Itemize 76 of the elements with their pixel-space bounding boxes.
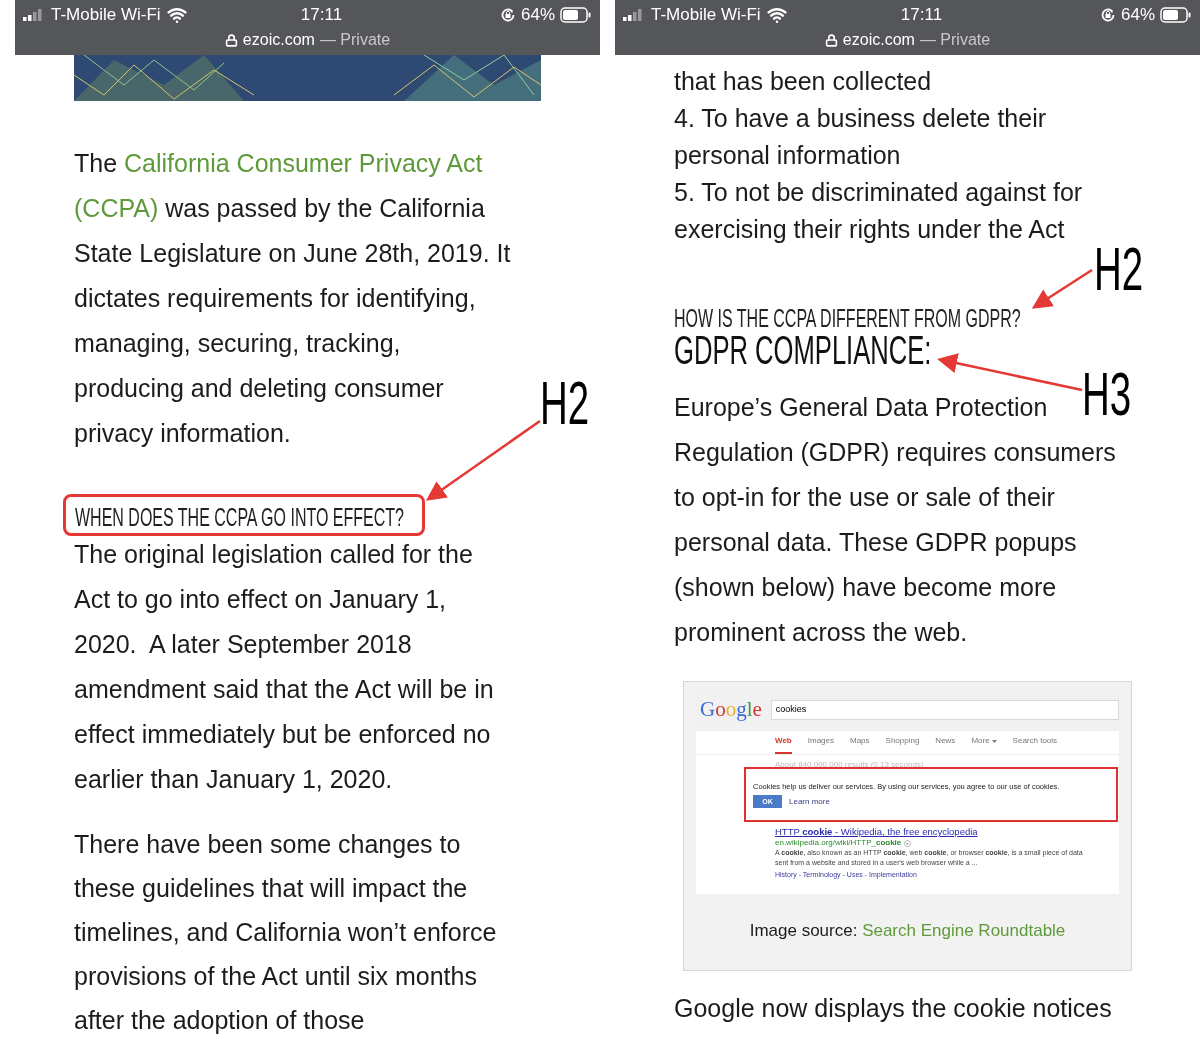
- carrier-name: T-Mobile Wi-Fi: [51, 4, 161, 27]
- search-tab[interactable]: Shopping: [885, 735, 920, 754]
- signal-icon: [23, 9, 45, 21]
- article-link[interactable]: (CCPA): [74, 194, 159, 222]
- text-line: prominent across the web.: [674, 617, 968, 648]
- search-tab[interactable]: Images: [807, 735, 834, 754]
- wifi-icon: [766, 5, 787, 25]
- text-line: effect immediately but be enforced no: [74, 719, 491, 750]
- text-line: Europe’s General Data Protection: [674, 392, 1048, 423]
- text-line: The California Consumer Privacy Act: [74, 148, 483, 179]
- search-tab[interactable]: Search tools: [1012, 735, 1058, 754]
- search-tab[interactable]: News: [935, 735, 956, 754]
- text-line: Regulation (GDPR) requires consumers: [674, 437, 1116, 468]
- list-line: exercising their rights under the Act: [674, 214, 1065, 245]
- site-address[interactable]: ezoic.com: [842, 28, 915, 52]
- text-line: after the adoption of those: [74, 1005, 365, 1036]
- annotation-label: H2: [1094, 238, 1144, 300]
- caption-link[interactable]: Search Engine Roundtable: [862, 921, 1066, 940]
- list-line: 4. To have a business delete their: [674, 103, 1046, 134]
- text-line: provisions of the Act until six months: [74, 961, 477, 992]
- site-address[interactable]: ezoic.com: [242, 28, 315, 52]
- text-line: There have been some changes to: [74, 829, 461, 860]
- signal-icon: [623, 9, 645, 21]
- lock-icon: [824, 33, 838, 47]
- battery-icon: [1160, 7, 1192, 23]
- search-tab[interactable]: Maps: [850, 735, 870, 754]
- list-line: that has been collected: [674, 66, 932, 97]
- private-label: — Private: [319, 30, 391, 50]
- private-label: — Private: [919, 30, 991, 50]
- text-line: (shown below) have become more: [674, 572, 1057, 603]
- learn-more-link[interactable]: Learn more: [789, 795, 830, 808]
- list-line: 5. To not be discriminated against for: [674, 177, 1083, 208]
- caret-icon: [991, 739, 997, 743]
- battery-icon: [560, 7, 592, 23]
- section-heading: WHEN DOES THE CCPA GO INTO EFFECT?: [75, 503, 404, 531]
- rotation-lock-icon: [499, 7, 516, 23]
- section-heading: HOW IS THE CCPA DIFFERENT FROM GDPR?: [674, 304, 1021, 332]
- text-line: timelines, and California won’t enforce: [74, 917, 497, 948]
- battery-percent: 64%: [520, 4, 555, 27]
- text-line: earlier than January 1, 2020.: [74, 764, 393, 795]
- text-line: State Legislature on June 28th, 2019. It: [74, 238, 511, 269]
- text-line: personal data. These GDPR popups: [674, 527, 1077, 558]
- lock-icon: [224, 33, 238, 47]
- result-url: en.wikipedia.org/wiki/HTTP_cookie: [775, 838, 902, 848]
- article-link[interactable]: California Consumer Privacy Act: [124, 149, 483, 177]
- text-line: managing, securing, tracking,: [74, 328, 401, 359]
- text-line: to opt-in for the use or sale of their: [674, 482, 1055, 513]
- caption-text: Image source:: [749, 921, 859, 940]
- clock-time: 17:11: [299, 4, 344, 27]
- result-title[interactable]: HTTP cookie - Wikipedia, the free encyclopedia: [775, 826, 1119, 838]
- clock-time: 17:11: [899, 4, 944, 27]
- annotation-label: H3: [1082, 363, 1132, 425]
- dropdown-icon: [904, 839, 912, 847]
- carrier-name: T-Mobile Wi-Fi: [651, 4, 761, 27]
- wifi-icon: [166, 5, 187, 25]
- text-line: Act to go into effect on January 1,: [74, 584, 446, 615]
- google-logo: Google: [700, 696, 762, 724]
- text-line: The original legislation called for the: [74, 539, 473, 570]
- text-line: privacy information.: [74, 418, 291, 449]
- section-subheading: GDPR COMPLIANCE:: [674, 330, 932, 370]
- list-line: personal information: [674, 140, 901, 171]
- search-tab[interactable]: Web: [775, 735, 792, 754]
- text-line: amendment said that the Act will be in: [74, 674, 494, 705]
- search-tab[interactable]: More: [971, 735, 997, 754]
- search-field[interactable]: cookies: [770, 700, 1119, 720]
- text-line: (CCPA) was passed by the California: [74, 193, 485, 224]
- text-line: producing and deleting consumer: [74, 373, 444, 404]
- text-line: these guidelines that will impact the: [74, 873, 468, 904]
- battery-percent: 64%: [1120, 4, 1155, 27]
- text-line: dictates requirements for identifying,: [74, 283, 476, 314]
- text-line: Google now displays the cookie notices: [674, 993, 1112, 1024]
- results-count: About 840,000,000 results (0.13 seconds): [774, 760, 925, 770]
- annotation-label: H2: [540, 372, 590, 434]
- text-line: 2020. A later September 2018: [74, 629, 412, 660]
- rotation-lock-icon: [1099, 7, 1116, 23]
- annotation-arrow: [1031, 268, 1093, 309]
